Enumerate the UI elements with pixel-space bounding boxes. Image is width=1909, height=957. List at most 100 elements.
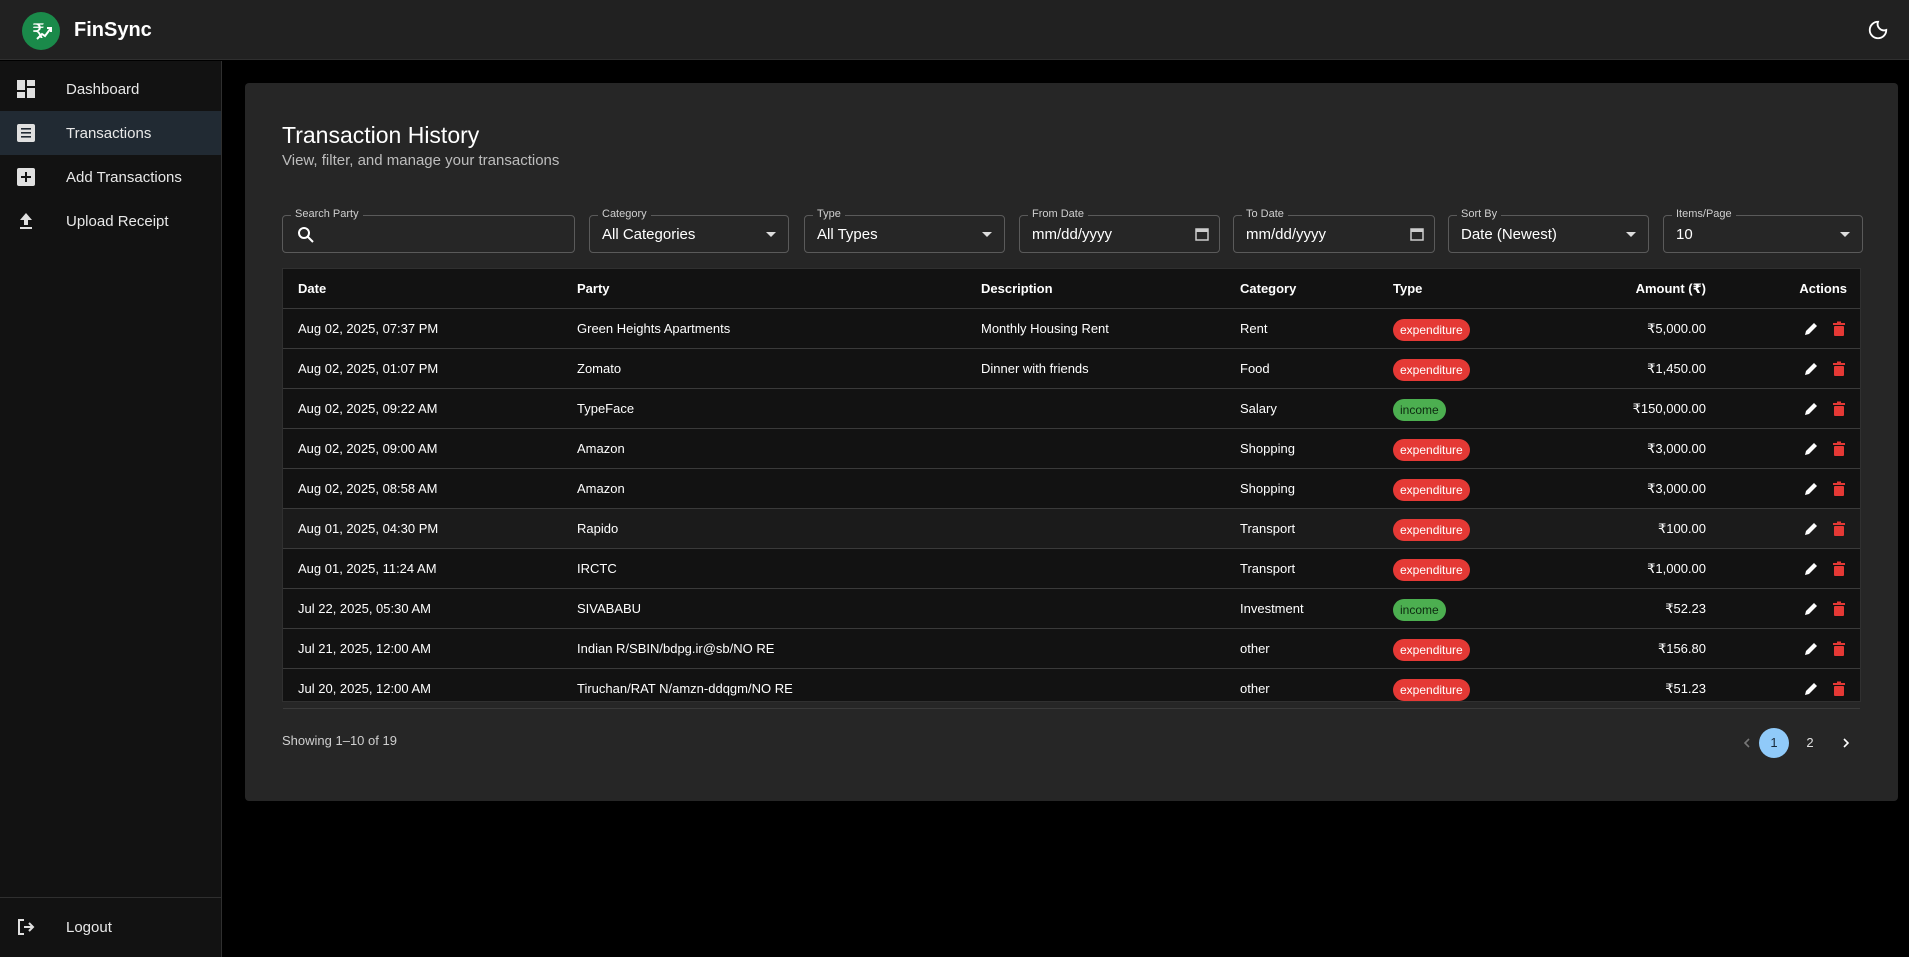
table-header-row: Date Party Description Category Type Amo… [283,269,1860,309]
delete-trash-icon[interactable] [1831,521,1847,537]
chevron-right-icon [1843,738,1850,748]
edit-pencil-icon[interactable] [1803,681,1819,697]
pagination-summary: Showing 1–10 of 19 [282,733,397,748]
edit-pencil-icon[interactable] [1803,441,1819,457]
cell-type: expenditure [1393,669,1470,709]
type-label: Type [813,208,845,220]
cell-date: Aug 02, 2025, 01:07 PM [298,361,439,376]
edit-pencil-icon[interactable] [1803,521,1819,537]
cell-party: Green Heights Apartments [577,321,731,336]
calendar-icon[interactable] [1410,227,1424,241]
to-date-input[interactable]: To Date mm/dd/yyyy [1233,208,1435,253]
delete-trash-icon[interactable] [1831,441,1847,457]
cell-date: Aug 01, 2025, 04:30 PM [298,521,439,536]
cell-description: Monthly Housing Rent [981,321,1109,336]
calendar-icon[interactable] [1195,227,1209,241]
cell-amount: ₹156.80 [1657,641,1706,656]
type-select[interactable]: Type All Types [804,208,1005,253]
app-bar: ₹ FinSync [0,0,1909,60]
delete-trash-icon[interactable] [1831,601,1847,617]
edit-pencil-icon[interactable] [1803,361,1819,377]
chevron-down-icon [766,232,776,237]
page-button-1[interactable]: 1 [1759,728,1789,758]
cell-amount: ₹3,000.00 [1647,481,1706,496]
sort-by-select[interactable]: Sort By Date (Newest) [1448,208,1649,253]
edit-pencil-icon[interactable] [1803,601,1819,617]
type-badge: expenditure [1393,318,1470,341]
edit-pencil-icon[interactable] [1803,641,1819,657]
cell-date: Aug 02, 2025, 09:00 AM [298,441,438,456]
cell-type: expenditure [1393,349,1470,389]
cell-category: Rent [1240,321,1268,336]
type-badge: expenditure [1393,518,1470,541]
type-badge: expenditure [1393,358,1470,381]
cell-date: Jul 22, 2025, 05:30 AM [298,601,431,616]
edit-pencil-icon[interactable] [1803,401,1819,417]
table-row: Jul 21, 2025, 12:00 AM Indian R/SBIN/bdpg… [283,629,1860,669]
search-party-input[interactable]: Search Party [282,208,575,253]
cell-type: income [1393,389,1446,429]
delete-trash-icon[interactable] [1831,321,1847,337]
previous-page-button[interactable] [1732,728,1762,758]
table-row: Jul 22, 2025, 05:30 AM SIVABABU Investment… [283,589,1860,629]
delete-trash-icon[interactable] [1831,401,1847,417]
app-name: FinSync [74,19,152,41]
from-date-input[interactable]: From Date mm/dd/yyyy [1019,208,1220,253]
cell-category: Food [1240,361,1270,376]
sidebar-item-dashboard[interactable]: Dashboard [0,67,221,111]
table-row: Aug 01, 2025, 04:30 PM Rapido Transport exp… [283,509,1860,549]
sidebar-item-transactions[interactable]: Transactions [0,111,221,155]
sidebar-item-upload-receipt[interactable]: Upload Receipt [0,199,221,243]
type-badge: expenditure [1393,638,1470,661]
items-per-page-value: 10 [1676,226,1693,243]
svg-text:₹: ₹ [32,19,45,43]
cell-party: SIVABABU [577,601,642,616]
delete-trash-icon[interactable] [1831,361,1847,377]
from-date-value: mm/dd/yyyy [1032,226,1113,243]
next-page-button[interactable] [1831,728,1861,758]
sidebar: Dashboard Transactions Add Transactions … [0,61,222,957]
items-per-page-select[interactable]: Items/Page 10 [1663,208,1863,253]
cell-type: income [1393,589,1446,629]
cell-party: TypeFace [577,401,635,416]
sidebar-item-label: Transactions [66,124,152,142]
rupee-growth-logo-icon: ₹ [22,12,60,50]
column-header-date[interactable]: Date [298,269,326,309]
type-badge: income [1393,598,1446,621]
sort-by-value: Date (Newest) [1461,226,1557,243]
search-icon [298,227,314,243]
chevron-down-icon [1840,232,1850,237]
cell-amount: ₹100.00 [1657,521,1706,536]
cell-party: Indian R/SBIN/bdpg.ir@sb/NO RE [577,641,775,656]
column-header-category[interactable]: Category [1240,269,1296,309]
column-header-party[interactable]: Party [577,269,610,309]
dark-mode-toggle-moon-icon[interactable] [1867,19,1891,43]
edit-pencil-icon[interactable] [1803,321,1819,337]
delete-trash-icon[interactable] [1831,681,1847,697]
cell-party: Zomato [577,361,622,376]
column-header-amount[interactable]: Amount (₹) [1573,269,1706,309]
cell-type: expenditure [1393,429,1470,469]
edit-pencil-icon[interactable] [1803,481,1819,497]
cell-date: Aug 02, 2025, 09:22 AM [298,401,438,416]
cell-amount: ₹52.23 [1665,601,1706,616]
edit-pencil-icon[interactable] [1803,561,1819,577]
delete-trash-icon[interactable] [1831,641,1847,657]
sidebar-item-add-transactions[interactable]: Add Transactions [0,155,221,199]
search-party-label: Search Party [291,208,363,220]
column-header-description[interactable]: Description [981,269,1053,309]
page-button-2[interactable]: 2 [1795,728,1825,758]
cell-party: Tiruchan/RAT N/amzn-ddqgm/NO RE [577,681,793,696]
transactions-table: Date Party Description Category Type Amo… [282,268,1861,709]
delete-trash-icon[interactable] [1831,481,1847,497]
cell-date: Jul 21, 2025, 12:00 AM [298,641,431,656]
cell-category: other [1240,681,1270,696]
sidebar-item-label: Add Transactions [66,168,182,186]
logout-button[interactable]: Logout [0,905,221,949]
delete-trash-icon[interactable] [1831,561,1847,577]
category-select[interactable]: Category All Categories [589,208,789,253]
category-value: All Categories [602,226,696,243]
cell-date: Aug 02, 2025, 07:37 PM [298,321,439,336]
column-header-type[interactable]: Type [1393,269,1422,309]
cell-type: expenditure [1393,549,1470,589]
